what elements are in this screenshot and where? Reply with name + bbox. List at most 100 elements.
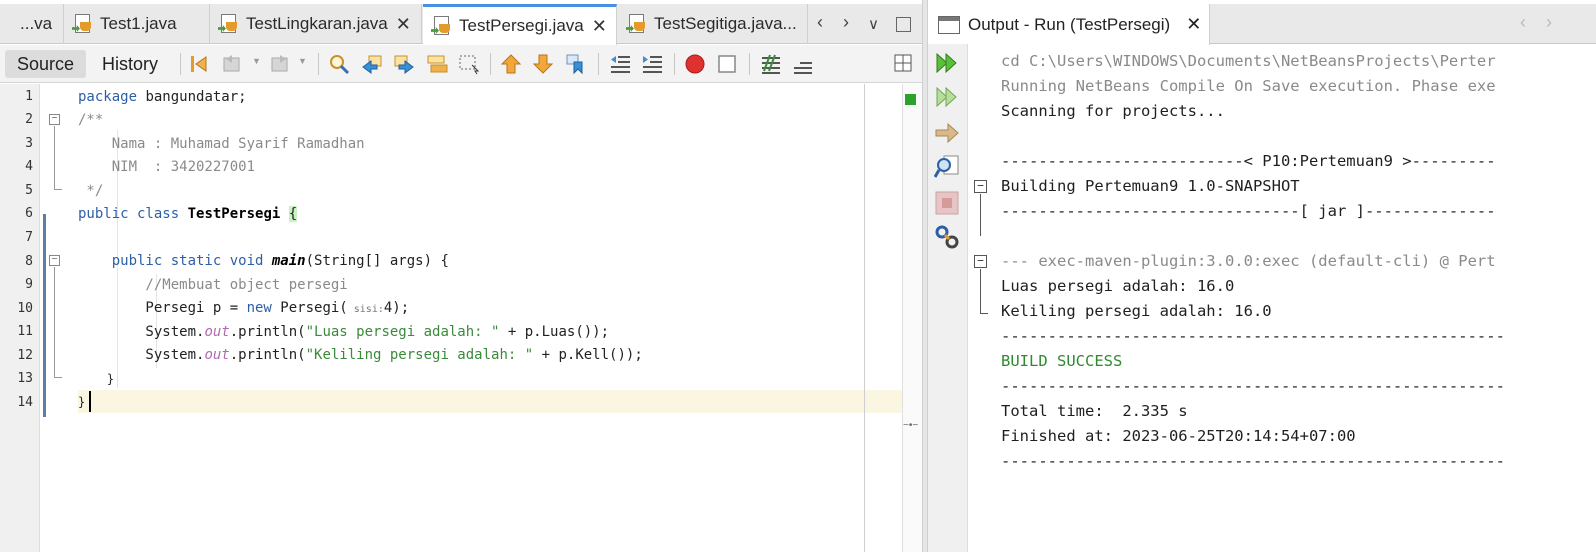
code-line-9: //Membuat object persegi — [78, 277, 348, 293]
output-line: ----------------------------------------… — [1001, 452, 1505, 470]
line-number: 1 — [25, 89, 33, 104]
settings-icon[interactable] — [934, 224, 960, 250]
record-macro-icon[interactable] — [684, 53, 706, 75]
output-line: --------------------------< P10:Pertemua… — [1001, 152, 1496, 170]
tab-testlingkaran[interactable]: TestLingkaran.java ✕ — [210, 4, 422, 44]
output-line: Total time: 2.335 s — [1001, 402, 1188, 420]
toolbar-separator — [318, 53, 319, 75]
chevron-right-icon[interactable]: › — [1546, 12, 1552, 33]
prev-bookmark-icon[interactable] — [500, 53, 522, 75]
code-area[interactable]: package bangundatar; /** Nama : Muhamad … — [78, 84, 864, 552]
shift-left-icon[interactable] — [609, 53, 631, 75]
line-number: 6 — [25, 206, 33, 221]
code-text: Persegi( — [271, 300, 348, 316]
string-literal: "Luas persegi adalah: " — [305, 324, 500, 340]
dropdown-arrow-icon[interactable]: ▼ — [252, 56, 261, 66]
history-button[interactable]: History — [90, 50, 170, 78]
error-stripe[interactable] — [902, 84, 922, 552]
line-number: 14 — [17, 395, 33, 410]
find-next-icon[interactable] — [393, 53, 415, 75]
select-rect-icon[interactable] — [458, 53, 480, 75]
last-edit-icon[interactable] — [188, 53, 210, 75]
shift-right-icon[interactable] — [641, 53, 663, 75]
chevron-left-icon[interactable]: ‹ — [1520, 12, 1526, 33]
close-icon[interactable]: ✕ — [592, 16, 607, 37]
toggle-highlight-icon[interactable] — [426, 53, 448, 75]
split-icon[interactable] — [894, 54, 912, 72]
line-number: 7 — [25, 230, 33, 245]
java-file-icon — [218, 13, 240, 35]
fold-end — [54, 189, 62, 190]
code-line-11: System.out.println("Luas persegi adalah:… — [78, 321, 609, 344]
fold-toggle-icon[interactable]: − — [49, 114, 60, 125]
keyword: new — [246, 300, 272, 316]
tab-label: ...va — [20, 14, 53, 33]
rerun-icon[interactable] — [934, 50, 960, 76]
output-line: ----------------------------------------… — [1001, 327, 1505, 345]
code-text: + p.Luas()); — [499, 324, 610, 340]
no-errors-icon[interactable] — [905, 94, 916, 105]
output-line: --- exec-maven-plugin:3.0.0:exec (defaul… — [1001, 252, 1496, 270]
source-button[interactable]: Source — [5, 50, 87, 78]
uncomment-icon[interactable] — [792, 53, 814, 75]
output-side-toolbar — [928, 44, 968, 552]
code-line-2: /** — [78, 112, 104, 128]
code-text: + p.Kell()); — [533, 347, 643, 363]
matched-brace: { — [288, 206, 298, 222]
change-bar — [43, 214, 46, 417]
continue-icon[interactable] — [934, 120, 960, 146]
forward-icon[interactable] — [268, 53, 290, 75]
fold-line — [980, 269, 981, 313]
code-text: (String[] args) { — [305, 253, 449, 269]
chevron-down-icon[interactable]: ∨ — [868, 15, 879, 33]
code-text: System. — [78, 347, 205, 363]
line-number: 10 — [17, 301, 33, 316]
method-name: main — [271, 253, 306, 269]
output-window-icon — [938, 15, 960, 34]
fold-line — [54, 267, 55, 377]
fold-toggle-icon[interactable]: − — [974, 255, 987, 268]
search-icon[interactable] — [328, 53, 350, 75]
back-icon[interactable] — [222, 53, 244, 75]
code-line-10: Persegi p = new Persegi( sisi:4); — [78, 297, 409, 320]
chevron-left-icon[interactable]: ‹ — [817, 12, 823, 33]
inspect-icon[interactable] — [934, 154, 960, 180]
keyword: public static void — [78, 253, 264, 269]
tab-testpersegi[interactable]: TestPersegi.java ✕ — [423, 4, 617, 45]
build-status: BUILD SUCCESS — [1001, 352, 1123, 370]
fold-toggle-icon[interactable]: − — [49, 255, 60, 266]
output-console[interactable]: cd C:\Users\WINDOWS\Documents\NetBeansPr… — [970, 44, 1596, 552]
tab-output-run[interactable]: Output - Run (TestPersegi) ✕ — [928, 4, 1210, 45]
split-handle-icon[interactable]: −•− — [903, 420, 918, 431]
close-icon[interactable]: ✕ — [396, 14, 411, 35]
next-bookmark-icon[interactable] — [532, 53, 554, 75]
dropdown-arrow-icon[interactable]: ▼ — [298, 56, 307, 66]
code-text: .println( — [229, 324, 306, 340]
code-line-13: } — [78, 372, 115, 386]
line-number: 3 — [25, 136, 33, 151]
fold-toggle-icon[interactable]: − — [974, 180, 987, 193]
toggle-bookmark-icon[interactable] — [565, 53, 587, 75]
fold-line — [54, 126, 55, 189]
close-icon[interactable]: ✕ — [1186, 14, 1201, 35]
tab-testsegitiga[interactable]: TestSegitiga.java... — [618, 4, 808, 44]
output-tab-bar: Output - Run (TestPersegi) ✕ ‹ › — [928, 4, 1596, 45]
maximize-icon[interactable] — [896, 17, 911, 32]
stop-icon[interactable] — [934, 190, 960, 216]
toolbar-separator — [749, 53, 750, 75]
editor-tab-bar: ...va Test1.java TestLingkaran.java ✕ Te… — [0, 4, 922, 45]
toolbar-separator — [674, 53, 675, 75]
tab-truncated[interactable]: ...va — [0, 4, 64, 44]
chevron-right-icon[interactable]: › — [843, 12, 849, 33]
java-file-icon — [431, 15, 453, 37]
tab-label: TestSegitiga.java... — [654, 14, 797, 33]
fold-end — [54, 377, 62, 378]
rerun-with-params-icon[interactable] — [934, 84, 960, 110]
output-line: ----------------------------------------… — [1001, 377, 1505, 395]
tab-test1[interactable]: Test1.java — [64, 4, 210, 44]
comment-icon[interactable] — [760, 53, 782, 75]
output-line: Finished at: 2023-06-25T20:14:54+07:00 — [1001, 427, 1356, 445]
tab-label: Test1.java — [100, 14, 177, 33]
find-previous-icon[interactable] — [361, 53, 383, 75]
stop-macro-icon[interactable] — [716, 53, 738, 75]
